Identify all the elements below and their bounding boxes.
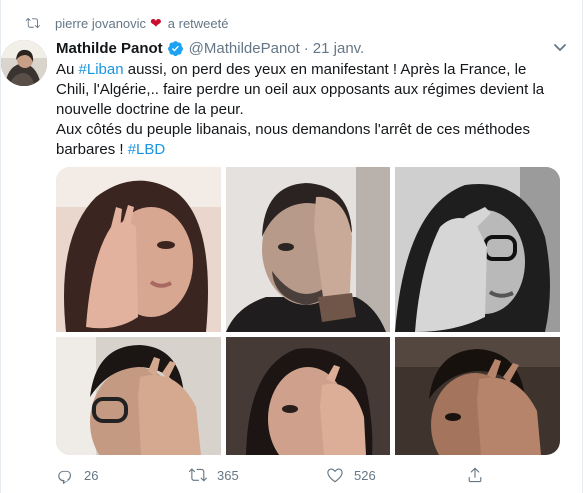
- like-count: 526: [354, 467, 376, 483]
- tweet-date[interactable]: 21 janv.: [313, 40, 364, 57]
- photo-woman-glasses-covering-eye[interactable]: [395, 167, 560, 332]
- reply-action[interactable]: 26: [56, 466, 98, 484]
- retweet-action[interactable]: 365: [189, 466, 239, 484]
- share-icon: [468, 467, 482, 483]
- chevron-down-icon[interactable]: [552, 39, 568, 55]
- retweet-icon: [25, 16, 41, 30]
- tweet-text: Au #Liban aussi, on perd des yeux en man…: [56, 60, 561, 160]
- heart-icon: [327, 468, 343, 483]
- avatar[interactable]: [1, 40, 47, 86]
- tweet-card[interactable]: pierre jovanovic ❤ a retweeté Mathilde P…: [0, 0, 583, 493]
- hashtag-lbd[interactable]: #LBD: [128, 141, 166, 158]
- tweet-paragraph-1: Au #Liban aussi, on perd des yeux en man…: [56, 61, 545, 118]
- retweet-count: 365: [217, 467, 239, 483]
- photo-man-glasses-covering-eye[interactable]: [56, 337, 221, 455]
- separator-dot: ·: [303, 39, 309, 57]
- reply-count: 26: [84, 467, 99, 483]
- retweet-icon: [189, 468, 207, 482]
- retweet-context: pierre jovanovic ❤ a retweeté: [25, 14, 228, 32]
- hashtag-liban[interactable]: #Liban: [79, 61, 124, 78]
- photo-woman-covering-eye-2[interactable]: [226, 337, 390, 455]
- verified-badge-icon: [167, 40, 184, 57]
- author-handle[interactable]: @MathildePanot: [189, 40, 300, 57]
- reply-icon: [58, 470, 72, 484]
- photo-man-covering-eye-1[interactable]: [226, 167, 390, 332]
- tweet-paragraph-2: Aux côtés du peuple libanais, nous deman…: [56, 121, 530, 158]
- media-grid: [56, 167, 560, 455]
- photo-woman-covering-eye-1[interactable]: [56, 167, 221, 332]
- tweet-header: Mathilde Panot @MathildePanot · 21 janv.: [56, 38, 568, 58]
- like-action[interactable]: 526: [326, 466, 376, 484]
- heart-emoji: ❤: [150, 15, 162, 31]
- retweeter-name[interactable]: pierre jovanovic: [55, 16, 146, 31]
- retweet-suffix: a retweeté: [167, 15, 229, 31]
- photo-man-covering-eye-2[interactable]: [395, 337, 560, 455]
- author-display-name[interactable]: Mathilde Panot: [56, 40, 163, 57]
- tweet-actions: 26 365 526: [56, 466, 496, 486]
- share-action[interactable]: [466, 466, 494, 484]
